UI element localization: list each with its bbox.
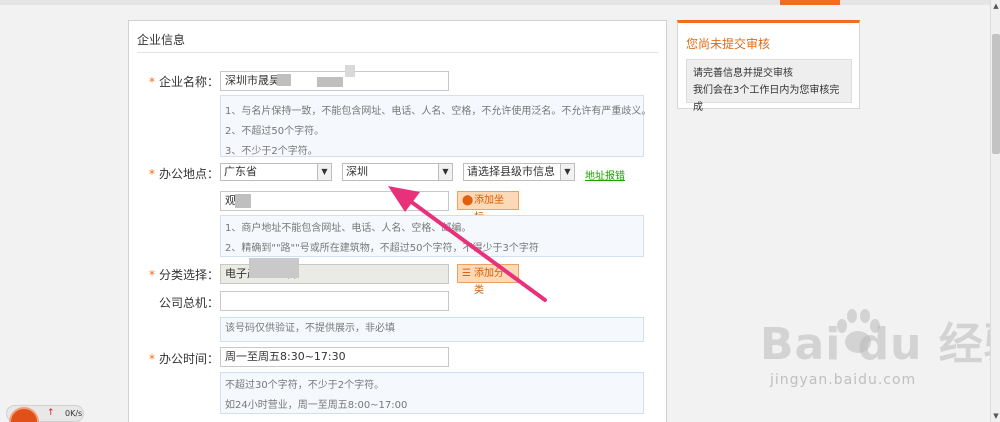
baidu-watermark: Bai du 经验 jingyan.baidu.com <box>760 308 1000 408</box>
scroll-up-icon[interactable]: ▲ <box>991 0 1000 12</box>
paw-icon <box>837 309 880 353</box>
scroll-down-icon[interactable]: ▼ <box>991 410 1000 422</box>
speed-ball-icon <box>9 407 39 422</box>
network-speed: 0K/s <box>65 409 83 418</box>
network-speed-widget[interactable]: ↑ 0K/s <box>6 405 84 422</box>
watermark-url: jingyan.baidu.com <box>770 372 917 388</box>
upload-arrow-icon: ↑ <box>47 408 55 418</box>
scroll-thumb[interactable] <box>992 34 1000 154</box>
vertical-scrollbar[interactable]: ▲ ▼ <box>990 0 1000 422</box>
